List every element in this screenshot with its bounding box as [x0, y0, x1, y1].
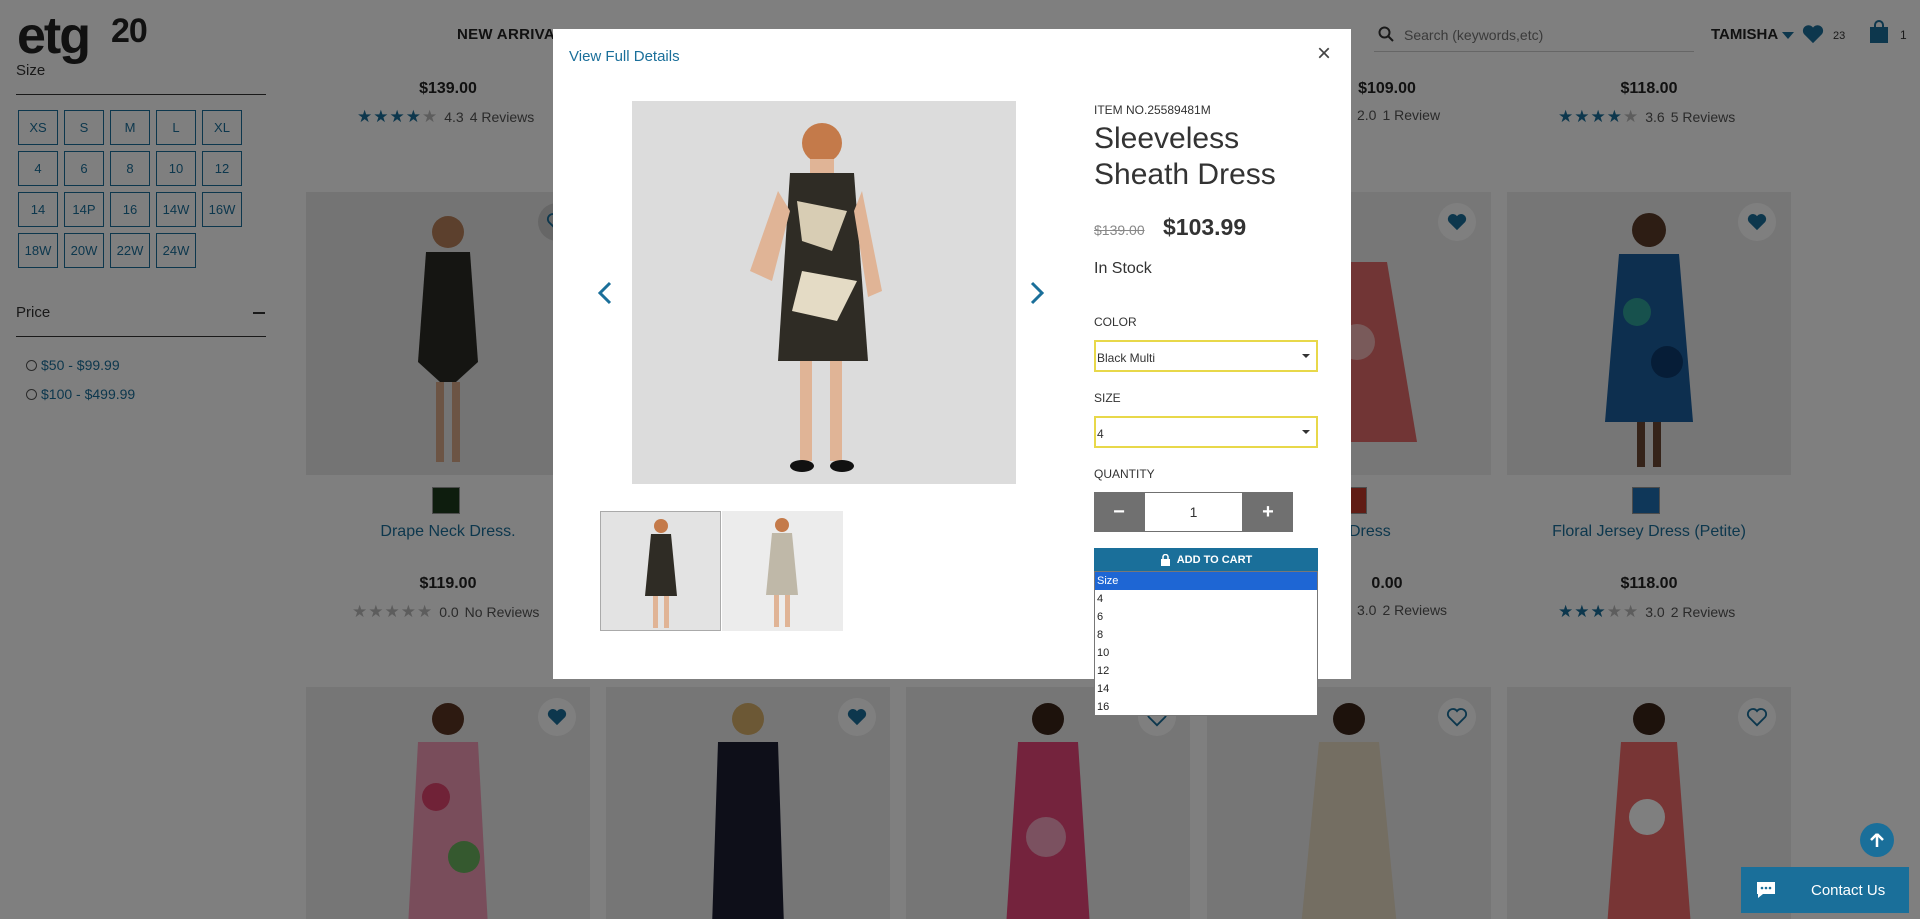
- quantity-decrement-button[interactable]: −: [1094, 492, 1144, 532]
- size-dropdown-option[interactable]: 4: [1095, 590, 1317, 608]
- close-icon[interactable]: ×: [1317, 42, 1331, 66]
- item-number: ITEM NO.25589481M: [1094, 103, 1211, 117]
- size-dropdown-option[interactable]: 14: [1095, 680, 1317, 698]
- view-full-details-link[interactable]: View Full Details: [569, 48, 680, 65]
- add-to-cart-button[interactable]: ADD TO CART: [1094, 548, 1318, 572]
- previous-image-arrow-icon[interactable]: [597, 281, 613, 305]
- chevron-down-icon: [1302, 430, 1310, 434]
- chat-bubble-icon: [1757, 882, 1775, 898]
- size-dropdown-option[interactable]: 10: [1095, 644, 1317, 662]
- color-label: COLOR: [1094, 315, 1137, 329]
- size-dropdown-option[interactable]: 6: [1095, 608, 1317, 626]
- color-select[interactable]: Black Multi: [1094, 340, 1318, 372]
- quantity-label: QUANTITY: [1094, 467, 1155, 481]
- product-main-image: [632, 101, 1016, 484]
- scroll-to-top-button[interactable]: [1860, 823, 1894, 857]
- product-title: Sleeveless Sheath Dress: [1094, 122, 1276, 191]
- size-dropdown-option[interactable]: 16: [1095, 698, 1317, 716]
- quantity-increment-button[interactable]: +: [1243, 492, 1293, 532]
- lock-icon: [1160, 554, 1170, 566]
- original-price: $139.00: [1094, 222, 1145, 238]
- sale-price: $103.99: [1163, 214, 1247, 240]
- size-dropdown-list: Size 4 6 8 10 12 14 16: [1094, 571, 1318, 716]
- contact-us-button[interactable]: Contact Us: [1741, 867, 1909, 913]
- size-dropdown-option[interactable]: Size: [1095, 572, 1317, 590]
- size-select[interactable]: 4: [1094, 416, 1318, 448]
- arrow-up-icon: [1870, 833, 1884, 847]
- product-thumbnail[interactable]: [722, 511, 843, 631]
- product-thumbnail[interactable]: [600, 511, 721, 631]
- size-label: SIZE: [1094, 391, 1121, 405]
- quantity-input[interactable]: [1144, 492, 1243, 532]
- stock-status: In Stock: [1094, 260, 1152, 277]
- chevron-down-icon: [1302, 354, 1310, 358]
- size-dropdown-option[interactable]: 12: [1095, 662, 1317, 680]
- size-dropdown-option[interactable]: 8: [1095, 626, 1317, 644]
- next-image-arrow-icon[interactable]: [1029, 281, 1045, 305]
